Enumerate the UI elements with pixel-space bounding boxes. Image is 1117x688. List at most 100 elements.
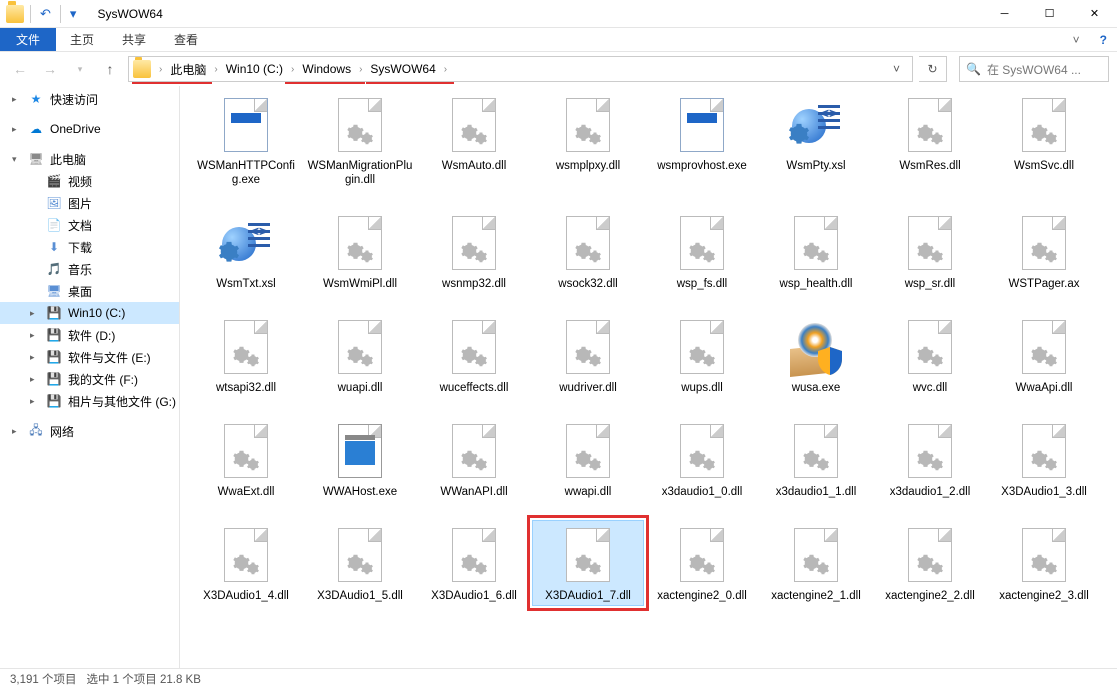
file-label: X3DAudio1_5.dll — [317, 589, 403, 603]
refresh-button[interactable]: ↻ — [919, 56, 947, 82]
file-item[interactable]: WSManHTTPConfig.exe — [190, 90, 302, 190]
file-item[interactable]: xactengine2_3.dll — [988, 520, 1100, 606]
tab-file[interactable]: 文件 — [0, 28, 56, 51]
search-input[interactable]: 🔍 在 SysWOW64 ... — [959, 56, 1109, 82]
file-item[interactable]: X3DAudio1_5.dll — [304, 520, 416, 606]
maximize-button[interactable]: ☐ — [1027, 0, 1072, 28]
file-list[interactable]: WSManHTTPConfig.exeWSManMigrationPlugin.… — [180, 86, 1117, 668]
file-item[interactable]: x3daudio1_2.dll — [874, 416, 986, 502]
file-item[interactable]: wsp_fs.dll — [646, 208, 758, 294]
file-item[interactable]: WwaApi.dll — [988, 312, 1100, 398]
file-item[interactable]: xactengine2_2.dll — [874, 520, 986, 606]
file-icon — [444, 95, 504, 155]
file-item[interactable]: X3DAudio1_6.dll — [418, 520, 530, 606]
crumb-thispc[interactable]: 此电脑 — [164, 57, 212, 81]
file-icon — [900, 213, 960, 273]
sidebar-item[interactable]: 🎬视频 — [0, 170, 179, 192]
chevron-right-icon[interactable]: › — [289, 64, 296, 75]
qat-dropdown-icon[interactable]: ▾ — [67, 6, 80, 22]
expand-icon[interactable]: ▸ — [30, 308, 40, 319]
tab-share[interactable]: 共享 — [108, 28, 160, 51]
crumb-windows[interactable]: Windows — [296, 57, 357, 81]
close-button[interactable]: ✕ — [1072, 0, 1117, 28]
file-item[interactable]: wwapi.dll — [532, 416, 644, 502]
file-item[interactable]: WsmWmiPl.dll — [304, 208, 416, 294]
navigation-pane[interactable]: ▸ ★ 快速访问 ▸ ☁ OneDrive ▾ 🖥 此电脑 🎬视频🖼图片📄文档⬇… — [0, 86, 180, 668]
file-item[interactable]: wsp_sr.dll — [874, 208, 986, 294]
chevron-right-icon[interactable]: › — [357, 64, 364, 75]
sidebar-item[interactable]: ▸💾Win10 (C:) — [0, 302, 179, 324]
sidebar-item[interactable]: ▸💾我的文件 (F:) — [0, 368, 179, 390]
file-item[interactable]: WwaExt.dll — [190, 416, 302, 502]
file-item[interactable]: wtsapi32.dll — [190, 312, 302, 398]
collapse-icon[interactable]: ▾ — [12, 154, 22, 165]
recent-dropdown[interactable]: ▾ — [68, 57, 92, 81]
sidebar-item[interactable]: ▸💾软件与文件 (E:) — [0, 346, 179, 368]
file-item[interactable]: x3daudio1_1.dll — [760, 416, 872, 502]
sidebar-item[interactable]: 🖥桌面 — [0, 280, 179, 302]
sidebar-item[interactable]: ⬇下载 — [0, 236, 179, 258]
sidebar-quick-access[interactable]: ▸ ★ 快速访问 — [0, 88, 179, 110]
crumb-syswow64[interactable]: SysWOW64 — [364, 57, 441, 81]
file-item[interactable]: WsmSvc.dll — [988, 90, 1100, 190]
expand-icon[interactable]: ▸ — [30, 374, 40, 385]
expand-icon[interactable]: ▸ — [30, 330, 40, 341]
minimize-button[interactable]: ─ — [982, 0, 1027, 28]
expand-icon[interactable]: ▸ — [12, 94, 22, 105]
annotation-underline — [132, 82, 212, 84]
file-item[interactable]: WWanAPI.dll — [418, 416, 530, 502]
sidebar-item[interactable]: ▸💾相片与其他文件 (G:) — [0, 390, 179, 412]
ribbon-expand-icon[interactable]: ˅ — [1063, 28, 1090, 51]
file-item[interactable]: wsmprovhost.exe — [646, 90, 758, 190]
chevron-right-icon[interactable]: › — [442, 64, 449, 75]
file-item[interactable]: wvc.dll — [874, 312, 986, 398]
address-bar[interactable]: › 此电脑 › Win10 (C:) › Windows › SysWOW64 … — [128, 56, 913, 82]
file-item[interactable]: WWAHost.exe — [304, 416, 416, 502]
sidebar-label: 下载 — [68, 239, 92, 256]
address-dropdown-icon[interactable]: ˅ — [885, 62, 908, 76]
expand-icon[interactable]: ▸ — [30, 396, 40, 407]
expand-icon[interactable]: ▸ — [12, 124, 22, 135]
file-item[interactable]: xactengine2_1.dll — [760, 520, 872, 606]
file-item[interactable]: WsmAuto.dll — [418, 90, 530, 190]
help-icon[interactable]: ? — [1090, 28, 1117, 51]
file-item[interactable]: wuapi.dll — [304, 312, 416, 398]
expand-icon[interactable]: ▸ — [12, 426, 22, 437]
expand-icon[interactable]: ▸ — [30, 352, 40, 363]
file-item[interactable]: WSManMigrationPlugin.dll — [304, 90, 416, 190]
chevron-right-icon[interactable]: › — [157, 64, 164, 75]
file-item[interactable]: wsmplpxy.dll — [532, 90, 644, 190]
file-item[interactable]: wsnmp32.dll — [418, 208, 530, 294]
sidebar-item[interactable]: 🖼图片 — [0, 192, 179, 214]
file-item[interactable]: wups.dll — [646, 312, 758, 398]
crumb-drive[interactable]: Win10 (C:) — [220, 57, 289, 81]
file-item[interactable]: WsmRes.dll — [874, 90, 986, 190]
back-button[interactable]: ← — [8, 57, 32, 81]
file-item[interactable]: <>WsmPty.xsl — [760, 90, 872, 190]
file-item[interactable]: WSTPager.ax — [988, 208, 1100, 294]
file-item[interactable]: wuceffects.dll — [418, 312, 530, 398]
file-item[interactable]: <>WsmTxt.xsl — [190, 208, 302, 294]
forward-button[interactable]: → — [38, 57, 62, 81]
sidebar-this-pc[interactable]: ▾ 🖥 此电脑 — [0, 148, 179, 170]
file-item[interactable]: wusa.exe — [760, 312, 872, 398]
up-button[interactable]: ↑ — [98, 57, 122, 81]
sidebar-network[interactable]: ▸ 🖧 网络 — [0, 420, 179, 442]
chevron-right-icon[interactable]: › — [212, 64, 219, 75]
file-item[interactable]: X3DAudio1_3.dll — [988, 416, 1100, 502]
file-item[interactable]: wsock32.dll — [532, 208, 644, 294]
undo-icon[interactable]: ↶ — [37, 6, 54, 22]
file-item[interactable]: xactengine2_0.dll — [646, 520, 758, 606]
file-item[interactable]: X3DAudio1_4.dll — [190, 520, 302, 606]
sidebar-onedrive[interactable]: ▸ ☁ OneDrive — [0, 118, 179, 140]
sidebar-label: 文档 — [68, 217, 92, 234]
tab-home[interactable]: 主页 — [56, 28, 108, 51]
file-item[interactable]: x3daudio1_0.dll — [646, 416, 758, 502]
file-item[interactable]: wsp_health.dll — [760, 208, 872, 294]
sidebar-item[interactable]: ▸💾软件 (D:) — [0, 324, 179, 346]
sidebar-item[interactable]: 🎵音乐 — [0, 258, 179, 280]
file-item[interactable]: wudriver.dll — [532, 312, 644, 398]
sidebar-item[interactable]: 📄文档 — [0, 214, 179, 236]
tab-view[interactable]: 查看 — [160, 28, 212, 51]
file-item[interactable]: X3DAudio1_7.dll — [532, 520, 644, 606]
